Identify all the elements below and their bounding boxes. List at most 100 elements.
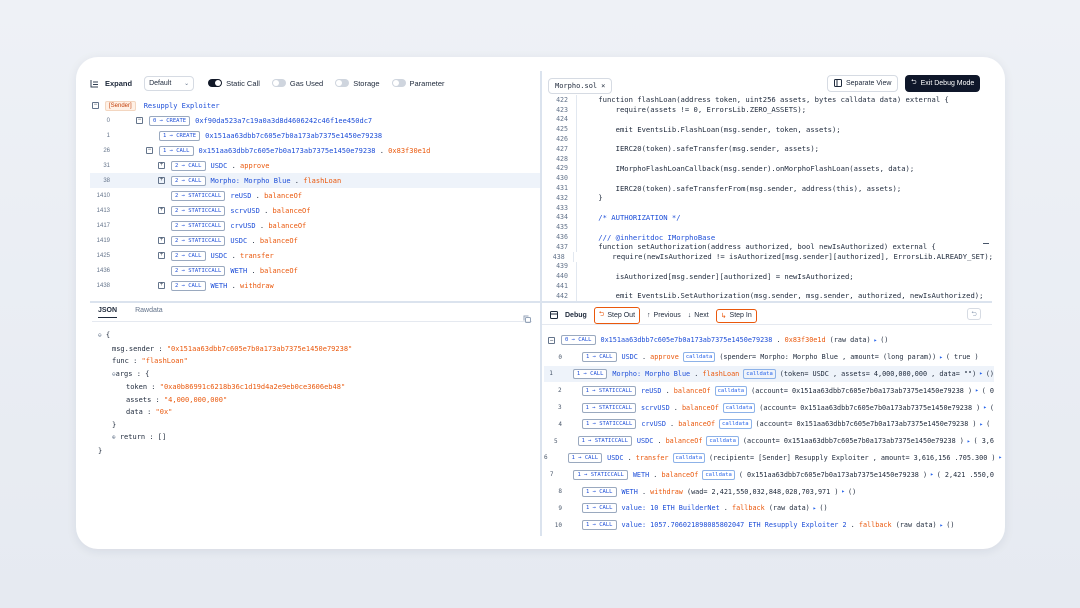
triangle-right-icon[interactable]: ▸ <box>939 354 943 361</box>
code-line[interactable]: 436 /// @inheritdoc IMorphoBase <box>544 232 993 242</box>
code-line[interactable]: 435 <box>544 222 993 233</box>
triangle-right-icon[interactable]: ▸ <box>975 387 979 394</box>
call-address[interactable]: scrvUSD <box>641 404 670 412</box>
trace-row[interactable]: 38 +2 → CALL Morpho: Morpho Blue . flashLo… <box>90 173 540 188</box>
code-line[interactable]: 426 <box>544 134 993 144</box>
code-line[interactable]: 427 IERC20(token).safeTransfer(msg.sende… <box>544 143 993 154</box>
calldata-tag[interactable]: calldata <box>714 385 748 396</box>
tab-rawdata[interactable]: Rawdata <box>135 307 163 318</box>
call-function[interactable]: balanceOf <box>260 237 298 245</box>
close-icon[interactable]: × <box>601 82 605 90</box>
call-function[interactable]: balanceOf <box>264 192 302 200</box>
call-function[interactable]: approve <box>650 353 679 361</box>
call-address[interactable]: USDC <box>211 162 228 170</box>
call-function[interactable]: balanceOf <box>273 207 311 215</box>
expand-icon[interactable]: + <box>158 237 165 244</box>
call-function[interactable]: withdraw <box>240 282 274 290</box>
call-address[interactable]: USDC <box>211 252 228 260</box>
call-function[interactable]: transfer <box>636 454 669 462</box>
call-function[interactable]: flashLoan <box>303 177 341 185</box>
code-line[interactable]: 428 <box>544 153 993 164</box>
debug-row[interactable]: 2 1 → STATICCALL reUSD . balanceOf calldata… <box>544 382 994 399</box>
code-editor[interactable]: 422 function flashLoan(address token, ui… <box>544 95 993 301</box>
undo-icon[interactable]: ⮌ <box>967 308 981 320</box>
code-line[interactable]: 429 IMorphoFlashLoanCallback(msg.sender)… <box>544 163 993 174</box>
debug-row[interactable]: 8 1 → CALL WETH . withdraw (wad= 2,421,550… <box>544 483 994 500</box>
triangle-right-icon[interactable]: ▸ <box>813 505 817 512</box>
code-line[interactable]: 441 <box>544 281 993 291</box>
calldata-tag[interactable]: calldata <box>702 469 735 480</box>
call-function[interactable]: fallback <box>732 504 765 512</box>
expand-icon[interactable]: + <box>158 282 165 289</box>
code-line[interactable]: 424 <box>544 114 993 125</box>
triangle-right-icon[interactable]: ▸ <box>967 438 971 445</box>
code-line[interactable]: 434 /* AUTHORIZATION */ <box>544 212 993 223</box>
triangle-right-icon[interactable]: ▸ <box>841 488 845 495</box>
code-line[interactable]: 439 <box>544 261 993 272</box>
step-in-button[interactable]: ↳ Step In <box>715 308 757 323</box>
collapse-icon[interactable]: ⊖ <box>98 332 102 339</box>
code-line[interactable]: 431 IERC20(token).safeTransferFrom(msg.s… <box>544 183 993 193</box>
call-address[interactable]: 0x151aa63dbb7c605e7b0a173ab7375e1450e792… <box>199 147 376 155</box>
call-address[interactable]: USDC <box>230 237 247 245</box>
call-function[interactable]: balanceOf <box>678 420 715 428</box>
triangle-right-icon[interactable]: ▸ <box>998 454 1002 461</box>
debug-row[interactable]: 1 1 → CALL Morpho: Morpho Blue . flashLoan… <box>544 365 994 383</box>
trace-row[interactable]: 1417 2 → STATICCALL crvUSD . balanceOf <box>90 218 540 233</box>
calldata-tag[interactable]: calldata <box>722 402 756 413</box>
triangle-right-icon[interactable]: ▸ <box>983 404 987 411</box>
triangle-right-icon[interactable]: ▸ <box>980 421 984 428</box>
call-address[interactable]: reUSD <box>230 192 251 200</box>
call-address[interactable]: 0x151aa63dbb7c605e7b0a173ab7375e1450e792… <box>205 132 382 140</box>
toggle-switch-on[interactable] <box>208 79 223 87</box>
call-function[interactable]: transfer <box>240 252 274 260</box>
call-address[interactable]: 0xf90da523a7c19a0a3d8d4606242c46f1ee450d… <box>195 117 372 125</box>
trace-row[interactable]: 1438 +2 → CALL WETH . withdraw <box>90 278 540 293</box>
expand-icon[interactable]: + <box>158 177 165 184</box>
expand-icon[interactable]: + <box>158 207 165 214</box>
debug-row[interactable]: 4 1 → STATICCALL crvUSD . balanceOf calldat… <box>544 416 994 433</box>
debug-row[interactable]: 0 1 → CALL USDC . approve calldata (spender=… <box>544 349 994 366</box>
code-line[interactable]: 425 emit EventsLib.FlashLoan(msg.sender,… <box>544 124 993 135</box>
collapse-icon[interactable]: − <box>146 147 153 154</box>
code-line[interactable]: 430 <box>544 173 993 184</box>
storage-toggle[interactable]: Storage <box>335 79 380 88</box>
code-line[interactable]: 442 emit EventsLib.SetAuthorization(msg.… <box>544 290 993 301</box>
right-horizontal-divider[interactable] <box>542 301 992 303</box>
calldata-tag[interactable]: calldata <box>743 368 776 379</box>
call-function[interactable]: balanceOf <box>674 387 711 395</box>
copy-icon[interactable] <box>523 310 531 328</box>
call-function[interactable]: 0x83f30e1d <box>388 147 430 155</box>
pane-divider[interactable] <box>540 71 542 536</box>
expand-level-select[interactable]: Default ⌄ <box>144 75 195 91</box>
call-function[interactable]: flashLoan <box>702 370 739 378</box>
trace-row[interactable]: 0 −0 → CREATE 0xf90da523a7c19a0a3d8d460624… <box>90 113 540 128</box>
debug-row[interactable]: 51 → STATICCALL USDC . balanceOf calldata(… <box>544 433 994 450</box>
triangle-right-icon[interactable]: ▸ <box>979 370 983 377</box>
call-address[interactable]: WETH <box>622 488 638 496</box>
separate-view-button[interactable]: Separate View <box>827 75 899 92</box>
call-function[interactable]: approve <box>240 162 270 170</box>
call-address[interactable]: scrvUSD <box>230 207 260 215</box>
collapse-icon[interactable]: − <box>92 102 99 109</box>
debug-row[interactable]: 9 1 → CALL value: 10 ETH BuilderNet . fall… <box>544 500 994 517</box>
call-function[interactable]: balanceOf <box>661 471 698 479</box>
trace-row[interactable]: 1425 +2 → CALL USDC . transfer <box>90 248 540 263</box>
tab-json[interactable]: JSON <box>98 307 118 318</box>
call-address[interactable]: value: 1057.706021898085802047 ETH Resup… <box>622 521 847 529</box>
trace-row[interactable]: 1413 +2 → STATICCALL scrvUSD . balanceOf <box>90 203 540 218</box>
call-function[interactable]: fallback <box>859 521 892 529</box>
call-address[interactable]: crvUSD <box>641 420 666 428</box>
code-line[interactable]: 437 function setAuthorization(address au… <box>544 241 993 252</box>
expand-icon[interactable] <box>90 79 99 88</box>
collapse-icon[interactable]: − <box>548 336 555 344</box>
next-button[interactable]: ↓ Next <box>688 312 709 319</box>
toggle-switch-off[interactable] <box>271 79 286 87</box>
toggle-switch-off[interactable] <box>391 79 406 87</box>
call-address[interactable]: USDC <box>637 437 653 445</box>
toggle-switch-off[interactable] <box>335 79 350 87</box>
scroll-indicator[interactable] <box>983 243 989 244</box>
debug-row[interactable]: 3 1 → STATICCALL scrvUSD . balanceOf callda… <box>544 399 994 416</box>
call-function[interactable]: balanceOf <box>268 222 306 230</box>
tab-morpho-sol[interactable]: Morpho.sol × <box>548 78 613 94</box>
